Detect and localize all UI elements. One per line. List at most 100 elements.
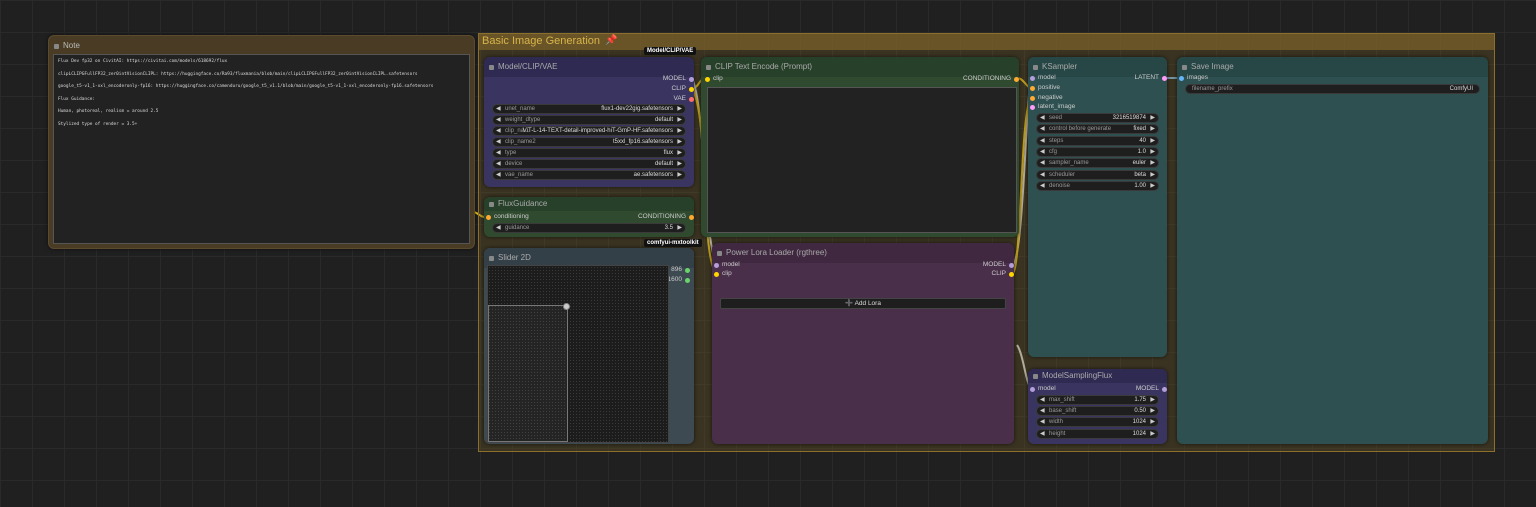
arrow-right-icon[interactable]: ▶ — [677, 105, 682, 113]
widget-weight-dtype[interactable]: ◀ weight_dtype default ▶ — [492, 115, 686, 125]
arrow-right-icon[interactable]: ▶ — [1150, 125, 1155, 133]
save-image-node[interactable]: Save Image images filename_prefix ComfyUI — [1177, 57, 1488, 444]
input-clip[interactable]: clip — [714, 269, 732, 279]
arrow-left-icon[interactable]: ◀ — [1040, 171, 1045, 179]
output-conditioning[interactable]: CONDITIONING — [963, 74, 1019, 84]
arrow-left-icon[interactable]: ◀ — [1040, 125, 1045, 133]
arrow-left-icon[interactable]: ◀ — [1040, 407, 1045, 415]
widget-clip-name[interactable]: ◀ clip_na... ViT-L-14-TEXT-detail-improved… — [492, 126, 686, 136]
widget-denoise[interactable]: ◀ denoise 1.00 ▶ — [1036, 181, 1159, 191]
widget-width[interactable]: ◀ width 1024 ▶ — [1036, 417, 1159, 427]
widget-max-shift[interactable]: ◀ max_shift 1.75 ▶ — [1036, 395, 1159, 405]
arrow-right-icon[interactable]: ▶ — [1150, 418, 1155, 426]
input-latent-image[interactable]: latent_image — [1030, 102, 1075, 112]
widget-steps[interactable]: ◀ steps 40 ▶ — [1036, 136, 1159, 146]
arrow-left-icon[interactable]: ◀ — [496, 149, 501, 157]
arrow-left-icon[interactable]: ◀ — [496, 171, 501, 179]
arrow-left-icon[interactable]: ◀ — [1040, 418, 1045, 426]
prompt-textarea[interactable] — [707, 87, 1017, 233]
widget-guidance[interactable]: ◀ guidance 3.5 ▶ — [492, 223, 686, 233]
arrow-left-icon[interactable]: ◀ — [496, 224, 501, 232]
slider-2d-handle[interactable] — [563, 303, 570, 310]
arrow-left-icon[interactable]: ◀ — [496, 116, 501, 124]
arrow-right-icon[interactable]: ▶ — [677, 116, 682, 124]
input-model[interactable]: model — [1030, 73, 1056, 83]
input-clip[interactable]: clip — [705, 74, 723, 84]
model-sampling-flux-node[interactable]: ModelSamplingFlux model MODEL ◀ max_shift… — [1028, 369, 1167, 444]
arrow-left-icon[interactable]: ◀ — [1040, 148, 1045, 156]
slider-2d-pad[interactable] — [487, 265, 669, 443]
flux-guidance-title[interactable]: FluxGuidance — [484, 197, 694, 211]
widget-unet-name[interactable]: ◀ unet_name flux1-dev22gig.safetensors ▶ — [492, 104, 686, 114]
widget-filename-prefix[interactable]: filename_prefix ComfyUI — [1185, 84, 1480, 94]
add-lora-button[interactable]: ➕ Add Lora — [720, 298, 1006, 309]
output-height[interactable]: 1600 — [668, 275, 690, 285]
widget-type[interactable]: ◀ type flux ▶ — [492, 148, 686, 158]
note-title[interactable]: Note — [49, 36, 474, 56]
widget-scheduler[interactable]: ◀ scheduler beta ▶ — [1036, 170, 1159, 180]
flux-guidance-node[interactable]: FluxGuidance conditioning CONDITIONING ◀… — [484, 197, 694, 237]
arrow-left-icon[interactable]: ◀ — [1040, 114, 1045, 122]
arrow-left-icon[interactable]: ◀ — [1040, 137, 1045, 145]
arrow-right-icon[interactable]: ▶ — [1150, 396, 1155, 404]
input-model[interactable]: model — [1030, 384, 1056, 394]
arrow-right-icon[interactable]: ▶ — [677, 171, 682, 179]
output-width[interactable]: 896 — [671, 265, 690, 275]
output-clip[interactable]: CLIP — [672, 84, 694, 94]
arrow-right-icon[interactable]: ▶ — [1150, 171, 1155, 179]
widget-cfg[interactable]: ◀ cfg 1.0 ▶ — [1036, 147, 1159, 157]
arrow-right-icon[interactable]: ▶ — [1150, 114, 1155, 122]
output-conditioning[interactable]: CONDITIONING — [638, 212, 694, 222]
widget-control-before-generate[interactable]: ◀ control before generate fixed ▶ — [1036, 124, 1159, 134]
output-clip[interactable]: CLIP — [992, 269, 1014, 279]
arrow-right-icon[interactable]: ▶ — [677, 138, 682, 146]
arrow-right-icon[interactable]: ▶ — [677, 160, 682, 168]
note-line: google_t5-v1_1-xxl_encoderonly-fp16: htt… — [58, 84, 434, 89]
arrow-left-icon[interactable]: ◀ — [496, 138, 501, 146]
arrow-left-icon[interactable]: ◀ — [1040, 159, 1045, 167]
output-model[interactable]: MODEL — [1136, 384, 1167, 394]
output-latent[interactable]: LATENT — [1135, 73, 1167, 83]
arrow-left-icon[interactable]: ◀ — [1040, 430, 1045, 438]
widget-sampler-name[interactable]: ◀ sampler_name euler ▶ — [1036, 158, 1159, 168]
tooltip-comfyui-mxtoolkit: comfyui-mxtoolkit — [644, 239, 702, 247]
group-title-bar[interactable]: Basic Image Generation 📌 — [479, 34, 1494, 50]
widget-device[interactable]: ◀ device default ▶ — [492, 159, 686, 169]
input-positive[interactable]: positive — [1030, 83, 1060, 93]
arrow-right-icon[interactable]: ▶ — [677, 224, 682, 232]
note-line: Human, photoreal, realism = around 2.5 — [58, 109, 159, 114]
arrow-right-icon[interactable]: ▶ — [1150, 182, 1155, 190]
model-sampling-flux-title[interactable]: ModelSamplingFlux — [1028, 369, 1167, 383]
widget-height[interactable]: ◀ height 1024 ▶ — [1036, 429, 1159, 439]
arrow-right-icon[interactable]: ▶ — [1150, 430, 1155, 438]
arrow-left-icon[interactable]: ◀ — [1040, 182, 1045, 190]
note-textarea[interactable]: Flux Dev fp32 on CivitAI: https://civita… — [53, 54, 470, 244]
output-vae[interactable]: VAE — [673, 94, 694, 104]
clip-text-encode-node[interactable]: CLIP Text Encode (Prompt) clip CONDITION… — [701, 57, 1019, 237]
power-lora-loader-node[interactable]: Power Lora Loader (rgthree) model clip M… — [712, 243, 1014, 444]
input-conditioning[interactable]: conditioning — [486, 212, 529, 222]
widget-base-shift[interactable]: ◀ base_shift 0.50 ▶ — [1036, 406, 1159, 416]
output-model[interactable]: MODEL — [663, 74, 694, 84]
widget-clip-name2[interactable]: ◀ clip_name2 t5xxl_fp16.safetensors ▶ — [492, 137, 686, 147]
arrow-left-icon[interactable]: ◀ — [1040, 396, 1045, 404]
input-images[interactable]: images — [1179, 73, 1208, 83]
arrow-left-icon[interactable]: ◀ — [496, 160, 501, 168]
collapse-icon[interactable] — [489, 65, 494, 70]
slider-2d-node[interactable]: Slider 2D 896 1600 — [484, 248, 694, 444]
arrow-right-icon[interactable]: ▶ — [1150, 148, 1155, 156]
power-lora-loader-title[interactable]: Power Lora Loader (rgthree) — [712, 243, 1014, 263]
arrow-left-icon[interactable]: ◀ — [496, 127, 501, 135]
ksampler-node[interactable]: KSampler model positive negative latent_… — [1028, 57, 1167, 357]
arrow-right-icon[interactable]: ▶ — [677, 127, 682, 135]
arrow-right-icon[interactable]: ▶ — [1150, 159, 1155, 167]
widget-vae-name[interactable]: ◀ vae_name ae.safetensors ▶ — [492, 170, 686, 180]
arrow-right-icon[interactable]: ▶ — [1150, 137, 1155, 145]
arrow-right-icon[interactable]: ▶ — [677, 149, 682, 157]
model-clip-vae-node[interactable]: Model/CLIP/VAE MODEL CLIP VAE ◀ unet_name… — [484, 57, 694, 187]
arrow-left-icon[interactable]: ◀ — [496, 105, 501, 113]
save-image-title[interactable]: Save Image — [1177, 57, 1488, 77]
note-node[interactable]: Note Flux Dev fp32 on CivitAI: https://c… — [48, 35, 475, 249]
widget-seed[interactable]: ◀ seed 321651987​4 ▶ — [1036, 113, 1159, 123]
arrow-right-icon[interactable]: ▶ — [1150, 407, 1155, 415]
